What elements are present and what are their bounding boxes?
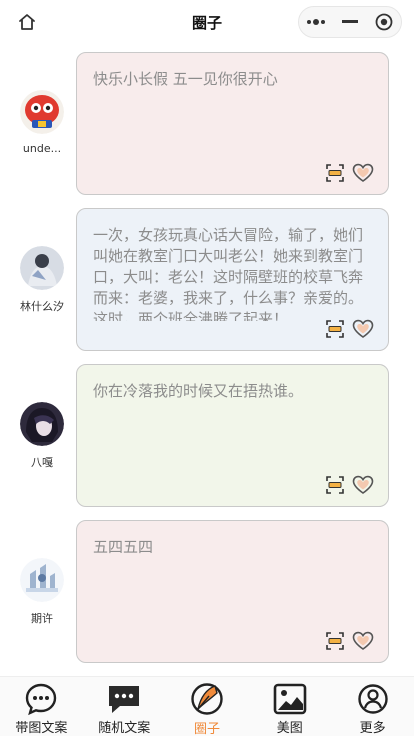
- more-button[interactable]: [299, 7, 333, 37]
- chat-bubble-icon: [23, 681, 59, 716]
- post-text: 快乐小长假 五一见你很开心: [93, 70, 278, 88]
- copy-icon: [326, 320, 344, 338]
- tab-label: 更多: [359, 721, 386, 736]
- avatar[interactable]: [20, 558, 64, 602]
- heart-icon: [352, 475, 374, 494]
- tab-more[interactable]: 更多: [331, 677, 414, 736]
- author-name: unde...: [22, 142, 62, 155]
- minimize-button[interactable]: [333, 7, 367, 37]
- tab-circle[interactable]: 圈子: [166, 677, 249, 736]
- tab-label: 带图文案: [15, 721, 68, 736]
- copy-button[interactable]: [324, 162, 346, 184]
- mini-program-capsule: [298, 6, 402, 38]
- post-author[interactable]: 期许: [14, 558, 70, 626]
- more-dots-icon: [307, 19, 325, 25]
- copy-icon: [326, 164, 344, 182]
- post-item: 八嘎 你在冷落我的时候又在捂热谁。: [0, 356, 414, 507]
- post-bubble[interactable]: 一次，女孩玩真心话大冒险，输了，她们叫她在教室门口大叫老公！她来到教室门口，大叫…: [76, 208, 389, 351]
- post-item: 林什么汐 一次，女孩玩真心话大冒险，输了，她们叫她在教室门口大叫老公！她来到教室…: [0, 200, 414, 351]
- avatar-image-icon: [20, 246, 64, 290]
- post-bubble[interactable]: 五四五四: [76, 520, 389, 663]
- post-actions: [324, 474, 374, 496]
- author-name: 八嘎: [31, 456, 53, 469]
- author-name: 期许: [31, 612, 53, 625]
- tab-label: 随机文案: [98, 721, 151, 736]
- post-text: 五四五四: [93, 538, 154, 556]
- post-feed[interactable]: unde... 快乐小长假 五一见你很开心 林什么汐 一次，女孩玩真心话大冒险，…: [0, 44, 414, 676]
- post-item: 期许 五四五四: [0, 512, 414, 663]
- nav-header: 圈子: [0, 0, 414, 44]
- avatar[interactable]: [20, 402, 64, 446]
- minimize-icon: [342, 20, 358, 23]
- avatar-image-icon: [20, 402, 64, 446]
- like-button[interactable]: [352, 474, 374, 496]
- close-target-icon: [375, 13, 393, 31]
- author-name: 林什么汐: [20, 300, 64, 313]
- post-author[interactable]: 八嘎: [14, 402, 70, 470]
- heart-icon: [352, 163, 374, 182]
- copy-icon: [326, 632, 344, 650]
- post-text: 你在冷落我的时候又在捂热谁。: [93, 382, 304, 400]
- bottom-tab-bar: 带图文案 随机文案 圈子 美图 更多: [0, 676, 414, 736]
- post-item: unde... 快乐小长假 五一见你很开心: [0, 44, 414, 195]
- picture-icon: [272, 681, 308, 716]
- copy-button[interactable]: [324, 630, 346, 652]
- like-button[interactable]: [352, 162, 374, 184]
- circle-feather-icon: [189, 681, 225, 717]
- copy-icon: [326, 476, 344, 494]
- tab-image-copy[interactable]: 带图文案: [0, 677, 83, 736]
- tab-label: 圈子: [193, 722, 220, 736]
- post-author[interactable]: unde...: [14, 90, 70, 155]
- close-button[interactable]: [367, 7, 401, 37]
- avatar-image-icon: [20, 558, 64, 602]
- post-actions: [324, 318, 374, 340]
- post-actions: [324, 162, 374, 184]
- avatar-image-icon: [20, 90, 64, 134]
- tab-random-copy[interactable]: 随机文案: [83, 677, 166, 736]
- user-icon: [355, 681, 391, 716]
- copy-button[interactable]: [324, 318, 346, 340]
- post-bubble[interactable]: 快乐小长假 五一见你很开心: [76, 52, 389, 195]
- heart-icon: [352, 319, 374, 338]
- post-bubble[interactable]: 你在冷落我的时候又在捂热谁。: [76, 364, 389, 507]
- post-actions: [324, 630, 374, 652]
- copy-button[interactable]: [324, 474, 346, 496]
- heart-icon: [352, 631, 374, 650]
- tab-label: 美图: [276, 721, 303, 736]
- like-button[interactable]: [352, 318, 374, 340]
- avatar[interactable]: [20, 246, 64, 290]
- like-button[interactable]: [352, 630, 374, 652]
- post-text: 一次，女孩玩真心话大冒险，输了，她们叫她在教室门口大叫老公！她来到教室门口，大叫…: [93, 226, 364, 321]
- post-author[interactable]: 林什么汐: [14, 246, 70, 314]
- tab-pictures[interactable]: 美图: [248, 677, 331, 736]
- avatar[interactable]: [20, 90, 64, 134]
- message-dots-icon: [106, 681, 142, 716]
